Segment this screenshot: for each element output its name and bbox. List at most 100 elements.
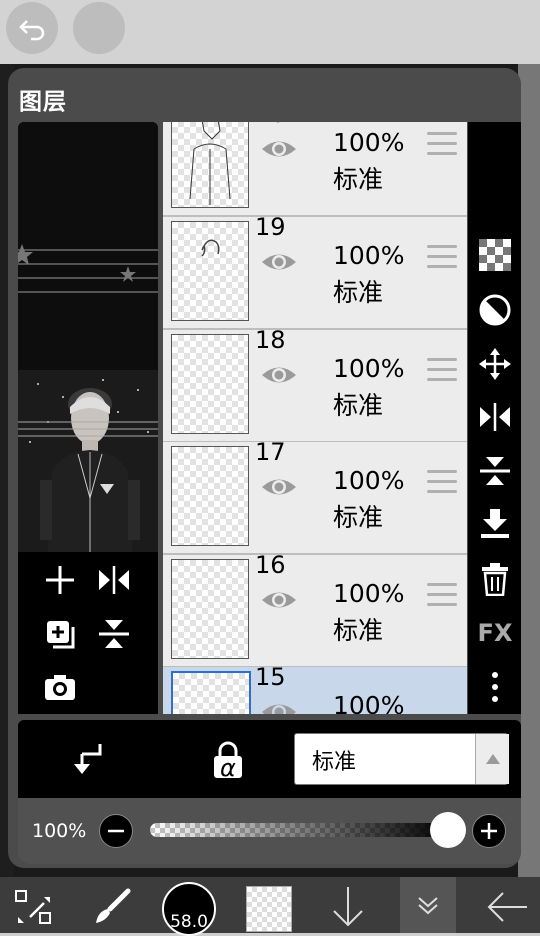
redo-button[interactable] bbox=[73, 2, 125, 54]
eye-icon[interactable] bbox=[260, 587, 298, 613]
layer-blend-mode: 标准 bbox=[333, 616, 384, 645]
eye-icon[interactable] bbox=[260, 362, 298, 388]
layer-blend-mode: 标准 bbox=[333, 391, 384, 420]
clipping-button[interactable] bbox=[70, 740, 106, 780]
panel-title: 图层 bbox=[19, 89, 67, 115]
drag-handle-icon[interactable] bbox=[427, 358, 457, 384]
trash-icon bbox=[482, 563, 508, 596]
layer-number: 18 bbox=[255, 326, 286, 354]
layer-thumbnail bbox=[171, 334, 249, 434]
layer-list[interactable]: 20 100% 标准 19 100% 标准 18 bbox=[163, 122, 467, 714]
checker-button[interactable] bbox=[476, 236, 514, 274]
undo-button[interactable] bbox=[6, 2, 58, 54]
alpha-lock-label: α bbox=[220, 754, 236, 782]
flip-horizontal-icon bbox=[480, 403, 510, 431]
opacity-slider-thumb[interactable] bbox=[430, 812, 466, 848]
undo-icon bbox=[19, 20, 45, 41]
brush-icon bbox=[96, 888, 131, 923]
more-vertical-icon bbox=[492, 672, 498, 702]
layer-number: 20 bbox=[255, 122, 286, 128]
layer-opacity: 100% bbox=[333, 354, 405, 383]
flip-vertical-button[interactable] bbox=[476, 452, 514, 490]
layer-thumbnail bbox=[171, 671, 251, 714]
layer-thumbnail bbox=[171, 559, 249, 659]
eye-icon[interactable] bbox=[260, 474, 298, 500]
eye-icon[interactable] bbox=[260, 249, 298, 275]
compress-icon bbox=[99, 620, 129, 648]
merge-down-icon bbox=[481, 509, 509, 538]
layer-opacity: 100% bbox=[333, 241, 405, 270]
opacity-minus-button[interactable] bbox=[99, 814, 133, 848]
back-button[interactable] bbox=[482, 882, 532, 932]
compress-layer-button[interactable] bbox=[97, 617, 131, 655]
eye-icon[interactable] bbox=[260, 136, 298, 162]
triangle-up-icon bbox=[485, 754, 500, 764]
drag-handle-icon[interactable] bbox=[427, 245, 457, 271]
blend-mode-value: 标准 bbox=[312, 750, 357, 775]
double-chevron-down-icon bbox=[418, 897, 438, 915]
opacity-label: 100% bbox=[32, 820, 87, 842]
flip-layer-icon bbox=[99, 566, 129, 594]
half-circle-icon bbox=[479, 294, 511, 326]
layer-number: 19 bbox=[255, 213, 286, 241]
delete-layer-button[interactable] bbox=[476, 560, 514, 598]
opacity-slider-track[interactable] bbox=[150, 823, 450, 837]
canvas-edge-right bbox=[518, 64, 540, 877]
add-layer-icon bbox=[46, 566, 74, 594]
layer-number: 15 bbox=[255, 663, 286, 691]
alpha-clip-button[interactable] bbox=[476, 291, 514, 329]
layer-opacity: 100% bbox=[333, 579, 405, 608]
sketch-thumbnail bbox=[189, 122, 231, 205]
layer-thumbnail bbox=[171, 446, 249, 546]
layer-thumbnail bbox=[171, 122, 249, 208]
hair-thumbnail bbox=[201, 239, 220, 257]
layer-row-19[interactable]: 19 100% 标准 bbox=[163, 213, 467, 330]
expand-toolbar-button[interactable] bbox=[400, 877, 456, 933]
drag-handle-icon[interactable] bbox=[427, 583, 457, 609]
brush-tool-button[interactable] bbox=[90, 882, 134, 932]
layer-number: 16 bbox=[255, 551, 286, 579]
layer-number: 17 bbox=[255, 438, 286, 466]
layer-row-15[interactable]: 15 100% 标准 bbox=[163, 663, 467, 714]
minus-icon bbox=[108, 829, 124, 833]
transform-icon bbox=[15, 890, 51, 924]
layer-down-button[interactable] bbox=[326, 882, 370, 932]
layer-tools-panel bbox=[18, 552, 158, 714]
more-button[interactable] bbox=[476, 668, 514, 706]
blend-mode-dropdown[interactable] bbox=[475, 734, 509, 784]
move-button[interactable] bbox=[476, 345, 514, 383]
layer-row-16[interactable]: 16 100% 标准 bbox=[163, 551, 467, 668]
eye-icon[interactable] bbox=[260, 699, 298, 714]
color-swatch[interactable] bbox=[246, 886, 292, 932]
arrow-down-icon bbox=[333, 887, 363, 927]
layer-opacity: 100% bbox=[333, 128, 405, 157]
layer-thumbnail bbox=[171, 221, 249, 321]
brush-size-indicator[interactable]: 58.0 bbox=[162, 882, 216, 936]
drag-handle-icon[interactable] bbox=[427, 132, 457, 158]
layer-row-17[interactable]: 17 100% 标准 bbox=[163, 438, 467, 555]
duplicate-layer-button[interactable] bbox=[43, 617, 77, 655]
camera-button[interactable] bbox=[43, 672, 77, 706]
layer-blend-mode: 标准 bbox=[333, 503, 384, 532]
duplicate-layer-icon bbox=[47, 621, 75, 649]
fx-icon[interactable]: FX bbox=[476, 614, 514, 652]
checker-icon bbox=[479, 239, 511, 271]
layer-blend-mode: 标准 bbox=[333, 278, 384, 307]
alpha-lock-button[interactable]: α bbox=[208, 740, 248, 782]
layer-opacity: 100% bbox=[333, 691, 405, 714]
opacity-plus-button[interactable] bbox=[472, 814, 506, 848]
add-layer-button[interactable] bbox=[43, 563, 77, 601]
transform-button[interactable] bbox=[12, 882, 56, 932]
arrow-left-icon bbox=[487, 892, 527, 922]
layer-opacity: 100% bbox=[333, 466, 405, 495]
flip-horizontal-button[interactable] bbox=[476, 398, 514, 436]
layer-row-18[interactable]: 18 100% 标准 bbox=[163, 326, 467, 443]
plus-icon bbox=[481, 823, 497, 839]
clipping-arrow-icon bbox=[74, 744, 102, 774]
camera-icon bbox=[45, 675, 75, 700]
move-icon bbox=[479, 348, 511, 380]
merge-down-button[interactable] bbox=[476, 505, 514, 543]
layer-row-20[interactable]: 20 100% 标准 bbox=[163, 122, 467, 217]
drag-handle-icon[interactable] bbox=[427, 470, 457, 496]
flip-layer-button[interactable] bbox=[97, 563, 131, 601]
